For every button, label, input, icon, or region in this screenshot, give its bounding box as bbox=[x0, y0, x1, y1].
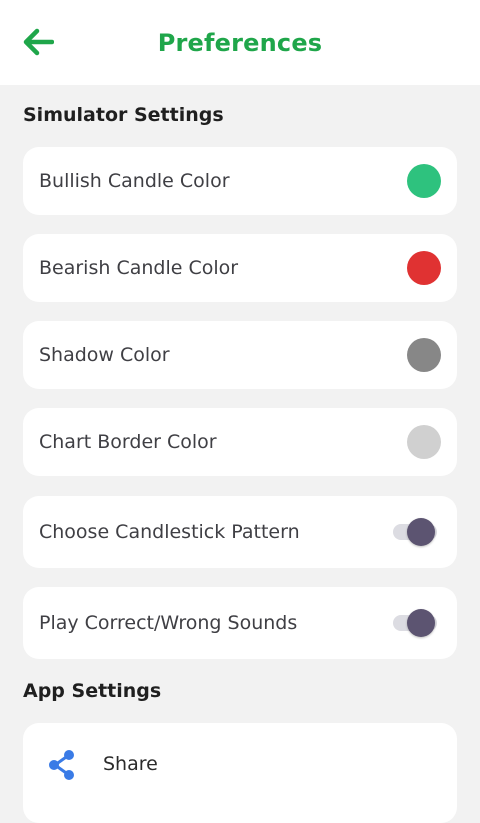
chart-border-color-item[interactable]: Chart Border Color bbox=[23, 408, 457, 476]
candlestick-pattern-item[interactable]: Choose Candlestick Pattern bbox=[23, 496, 457, 568]
sounds-label: Play Correct/Wrong Sounds bbox=[39, 612, 298, 634]
app-header: Preferences bbox=[0, 0, 480, 85]
share-icon bbox=[49, 750, 74, 780]
share-label: Share bbox=[103, 753, 158, 775]
chart-border-color-swatch[interactable] bbox=[407, 425, 441, 459]
page-title: Preferences bbox=[157, 29, 323, 57]
bearish-candle-color-item[interactable]: Bearish Candle Color bbox=[23, 234, 457, 302]
shadow-color-label: Shadow Color bbox=[39, 344, 170, 366]
candlestick-pattern-label: Choose Candlestick Pattern bbox=[39, 521, 300, 543]
app-settings-heading: App Settings bbox=[23, 680, 162, 702]
shadow-color-swatch[interactable] bbox=[407, 338, 441, 372]
bearish-candle-color-label: Bearish Candle Color bbox=[39, 257, 239, 279]
share-item[interactable]: Share bbox=[23, 723, 457, 823]
simulator-settings-heading: Simulator Settings bbox=[23, 104, 224, 126]
bullish-candle-color-item[interactable]: Bullish Candle Color bbox=[23, 147, 457, 215]
chart-border-color-label: Chart Border Color bbox=[39, 431, 217, 453]
bullish-color-swatch[interactable] bbox=[407, 164, 441, 198]
candlestick-pattern-toggle[interactable] bbox=[393, 517, 437, 547]
toggle-knob bbox=[407, 609, 435, 637]
bearish-color-swatch[interactable] bbox=[407, 251, 441, 285]
sounds-item[interactable]: Play Correct/Wrong Sounds bbox=[23, 587, 457, 659]
toggle-knob bbox=[407, 518, 435, 546]
sounds-toggle[interactable] bbox=[393, 608, 437, 638]
shadow-color-item[interactable]: Shadow Color bbox=[23, 321, 457, 389]
bullish-candle-color-label: Bullish Candle Color bbox=[39, 170, 230, 192]
